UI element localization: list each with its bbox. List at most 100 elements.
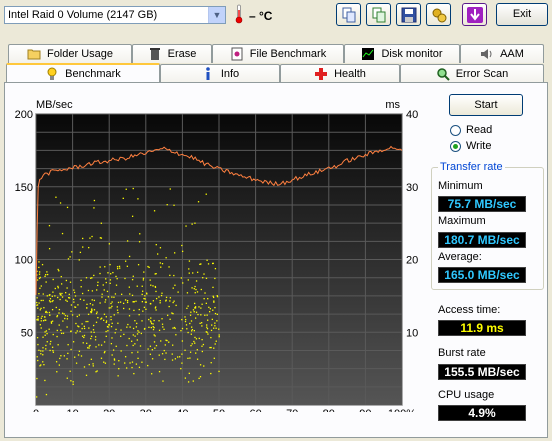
access-time-point bbox=[104, 301, 106, 303]
write-radio-circle[interactable] bbox=[450, 140, 461, 152]
copy-button[interactable] bbox=[336, 3, 361, 26]
access-time-point bbox=[108, 243, 111, 245]
access-time-point bbox=[184, 316, 186, 318]
access-time-point bbox=[73, 291, 76, 294]
access-time-point bbox=[88, 363, 90, 366]
access-time-point bbox=[59, 293, 62, 296]
access-time-point bbox=[100, 357, 103, 359]
access-time-point bbox=[141, 290, 144, 292]
start-button[interactable]: Start bbox=[449, 94, 523, 116]
file-benchmark-icon bbox=[230, 47, 244, 61]
copy-all-button[interactable] bbox=[366, 3, 391, 26]
access-time-point bbox=[38, 271, 41, 273]
copy-icon bbox=[342, 7, 355, 22]
access-time-point bbox=[49, 314, 51, 316]
access-time-point bbox=[51, 309, 54, 311]
access-time-point bbox=[161, 292, 163, 294]
tab-aam[interactable]: AAM bbox=[460, 44, 544, 63]
access-time-point bbox=[175, 304, 177, 307]
access-time-point bbox=[82, 237, 84, 240]
access-time-point bbox=[62, 320, 64, 322]
access-time-point bbox=[118, 265, 121, 268]
access-time-point bbox=[155, 244, 157, 246]
access-time-point bbox=[46, 271, 48, 273]
minimum-label: Minimum bbox=[438, 180, 483, 192]
access-time-point bbox=[90, 277, 92, 279]
access-time-point bbox=[126, 301, 129, 304]
access-time-point bbox=[45, 273, 47, 276]
access-time-point bbox=[97, 281, 99, 283]
tab-disk-monitor[interactable]: Disk monitor bbox=[344, 44, 460, 63]
tab-file-benchmark[interactable]: File Benchmark bbox=[212, 44, 344, 63]
access-time-point bbox=[211, 324, 213, 326]
access-time-point bbox=[36, 356, 38, 358]
access-time-point bbox=[137, 351, 139, 353]
save-button[interactable] bbox=[396, 3, 421, 26]
access-time-point bbox=[105, 335, 107, 338]
tab-error-scan[interactable]: Error Scan bbox=[400, 64, 544, 83]
access-time-point bbox=[64, 314, 67, 317]
access-time-point bbox=[192, 380, 194, 382]
tab-benchmark[interactable]: Benchmark bbox=[6, 63, 160, 83]
access-time-point bbox=[107, 272, 109, 274]
tab-info[interactable]: Info bbox=[160, 64, 280, 83]
drive-select[interactable]: Intel Raid 0 Volume (2147 GB) ▼ bbox=[4, 6, 226, 24]
access-time-point bbox=[195, 311, 198, 313]
access-time-point bbox=[86, 342, 88, 345]
access-time-point bbox=[134, 335, 136, 337]
access-time-point bbox=[96, 311, 98, 313]
download-button[interactable] bbox=[462, 3, 487, 26]
chevron-down-icon[interactable]: ▼ bbox=[208, 7, 225, 23]
access-time-point bbox=[137, 330, 139, 332]
access-time-point bbox=[173, 300, 175, 302]
access-time-point bbox=[124, 260, 127, 262]
access-time-point bbox=[66, 315, 69, 317]
read-radio[interactable]: Read bbox=[450, 124, 492, 136]
access-time-point bbox=[124, 362, 126, 364]
access-time-point bbox=[144, 298, 146, 300]
access-time-point bbox=[55, 306, 57, 309]
access-time-point bbox=[206, 314, 208, 316]
access-time-point bbox=[36, 337, 39, 339]
access-time-point bbox=[44, 334, 46, 336]
access-time-point bbox=[88, 347, 90, 349]
access-time-point bbox=[105, 278, 107, 280]
access-time-point bbox=[128, 255, 131, 258]
access-time-point bbox=[137, 264, 140, 266]
access-time-point bbox=[36, 319, 38, 321]
tab-label: Erase bbox=[167, 48, 197, 60]
read-radio-circle[interactable] bbox=[450, 124, 461, 136]
tab-erase[interactable]: Erase bbox=[132, 44, 212, 63]
y-right-axis-label: ms bbox=[385, 99, 400, 111]
access-time-point bbox=[205, 302, 207, 304]
access-time-point bbox=[150, 284, 152, 286]
trash-icon bbox=[148, 47, 162, 61]
access-time-point bbox=[149, 279, 151, 281]
access-time-point bbox=[55, 196, 57, 198]
access-time-point bbox=[79, 330, 81, 333]
access-time-point bbox=[41, 263, 44, 266]
access-time-point bbox=[188, 260, 191, 262]
access-time-point bbox=[159, 247, 162, 249]
access-time-point bbox=[200, 314, 202, 316]
access-time-point bbox=[141, 293, 143, 296]
access-time-point bbox=[210, 362, 212, 364]
access-time-point bbox=[142, 310, 144, 312]
access-time-point bbox=[171, 353, 173, 355]
write-radio[interactable]: Write bbox=[450, 140, 491, 152]
tab-folder-usage[interactable]: Folder Usage bbox=[8, 44, 132, 63]
access-time-point bbox=[120, 335, 122, 337]
access-time-point bbox=[193, 340, 195, 343]
access-time-point bbox=[194, 222, 196, 224]
access-time-point bbox=[37, 318, 39, 320]
access-time-point bbox=[210, 336, 212, 339]
exit-button[interactable]: Exit bbox=[496, 3, 548, 26]
access-time-point bbox=[169, 188, 171, 190]
access-time-point bbox=[103, 352, 106, 354]
tab-health[interactable]: Health bbox=[280, 64, 400, 83]
access-time-point bbox=[93, 274, 95, 277]
access-time-point bbox=[135, 300, 137, 302]
access-time-point bbox=[201, 325, 203, 327]
access-time-point bbox=[37, 319, 39, 321]
options-button[interactable] bbox=[426, 3, 451, 26]
